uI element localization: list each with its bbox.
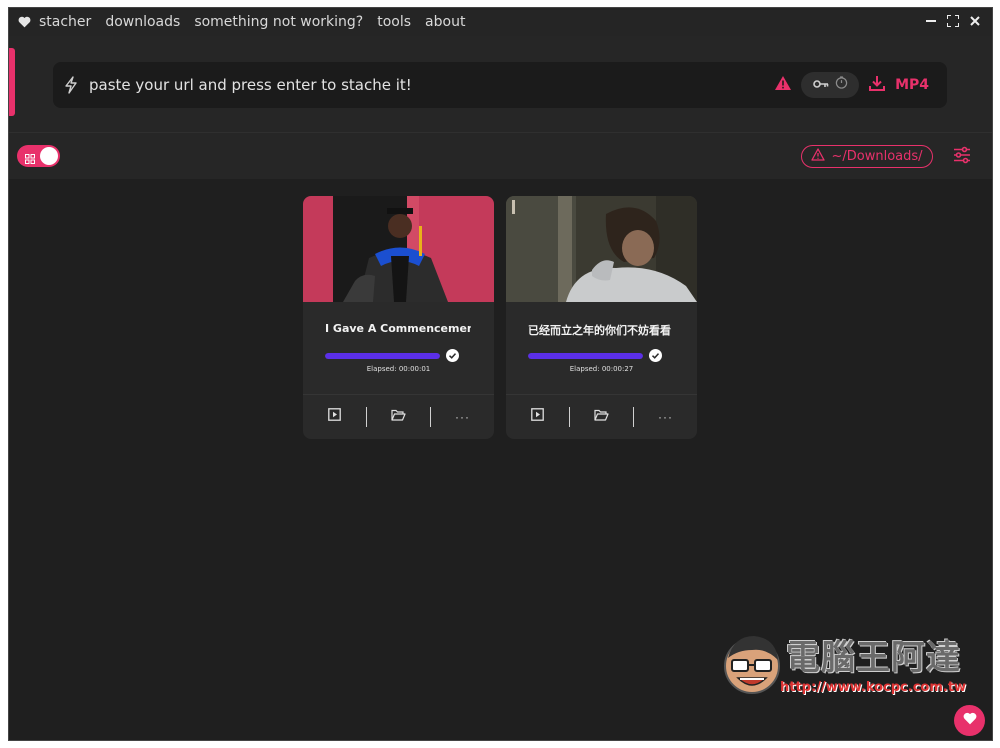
download-path-button[interactable]: ~/Downloads/ — [801, 145, 933, 168]
grid-icon — [25, 151, 35, 169]
play-button[interactable] — [506, 395, 569, 439]
view-toggle[interactable] — [17, 145, 60, 167]
maximize-icon[interactable] — [946, 12, 960, 30]
progress-bar — [325, 353, 440, 359]
card-actions: ··· — [303, 394, 494, 439]
bolt-icon — [53, 76, 89, 94]
more-options-button[interactable]: ··· — [634, 395, 697, 439]
video-thumbnail[interactable] — [506, 196, 697, 302]
video-title: 已经而立之年的你们不妨看看 — [528, 324, 671, 337]
open-folder-button[interactable] — [367, 395, 430, 439]
toggle-knob — [40, 147, 58, 165]
progress-fill — [528, 353, 643, 359]
menu-item-help[interactable]: something not working? — [194, 14, 363, 30]
warning-outline-icon — [811, 147, 826, 166]
watermark-title: 電腦王阿達 — [786, 638, 961, 678]
open-folder-button[interactable] — [570, 395, 633, 439]
folder-open-icon — [391, 408, 406, 426]
key-icon — [812, 76, 829, 94]
toolbar: ~/Downloads/ — [9, 132, 992, 179]
close-icon[interactable] — [968, 12, 982, 30]
elapsed-time: Elapsed: 00:00:01 — [366, 365, 431, 373]
menu-item-downloads[interactable]: downloads — [105, 14, 180, 30]
format-select[interactable]: MP4 — [895, 77, 929, 93]
download-icon[interactable] — [869, 75, 886, 96]
heart-icon[interactable] — [9, 16, 39, 28]
warning-icon[interactable] — [775, 75, 792, 95]
menu-item-stacher[interactable]: stacher — [39, 14, 91, 30]
auth-toggle[interactable] — [801, 72, 860, 98]
menu-item-tools[interactable]: tools — [377, 14, 411, 30]
window-controls — [924, 12, 982, 30]
video-title: I Gave A Commencement Speech! — [325, 322, 471, 335]
app-window: stacher downloads something not working?… — [8, 7, 993, 741]
download-card: 已经而立之年的你们不妨看看 Elapsed: 00:00:27 ··· — [506, 196, 697, 439]
settings-sliders-icon[interactable] — [953, 146, 971, 169]
play-icon — [531, 408, 544, 426]
elapsed-time: Elapsed: 00:00:27 — [569, 365, 634, 373]
download-card: I Gave A Commencement Speech! Elapsed: 0… — [303, 196, 494, 439]
progress-fill — [325, 353, 440, 359]
more-options-button[interactable]: ··· — [431, 395, 494, 439]
download-path: ~/Downloads/ — [831, 149, 923, 164]
minimize-icon[interactable] — [924, 12, 938, 30]
video-thumbnail[interactable] — [303, 196, 494, 302]
watermark-url: http://www.kocpc.com.tw — [780, 680, 967, 695]
card-actions: ··· — [506, 394, 697, 439]
menu-item-about[interactable]: about — [425, 14, 465, 30]
menu-bar: stacher downloads something not working?… — [9, 8, 992, 36]
support-button[interactable] — [954, 705, 985, 736]
url-actions: MP4 — [775, 72, 929, 98]
url-area: MP4 — [9, 36, 992, 132]
ellipsis-icon: ··· — [658, 410, 673, 424]
play-icon — [328, 408, 341, 426]
heart-icon — [963, 712, 977, 730]
folder-open-icon — [594, 408, 609, 426]
ellipsis-icon: ··· — [455, 410, 470, 424]
mascot-logo — [724, 636, 780, 694]
url-input[interactable] — [89, 76, 776, 94]
accent-tab — [9, 48, 15, 116]
play-button[interactable] — [303, 395, 366, 439]
progress-bar — [528, 353, 643, 359]
url-bar: MP4 — [53, 62, 947, 108]
timer-icon — [835, 76, 848, 94]
watermark: 電腦王阿達 http://www.kocpc.com.tw — [722, 628, 984, 708]
